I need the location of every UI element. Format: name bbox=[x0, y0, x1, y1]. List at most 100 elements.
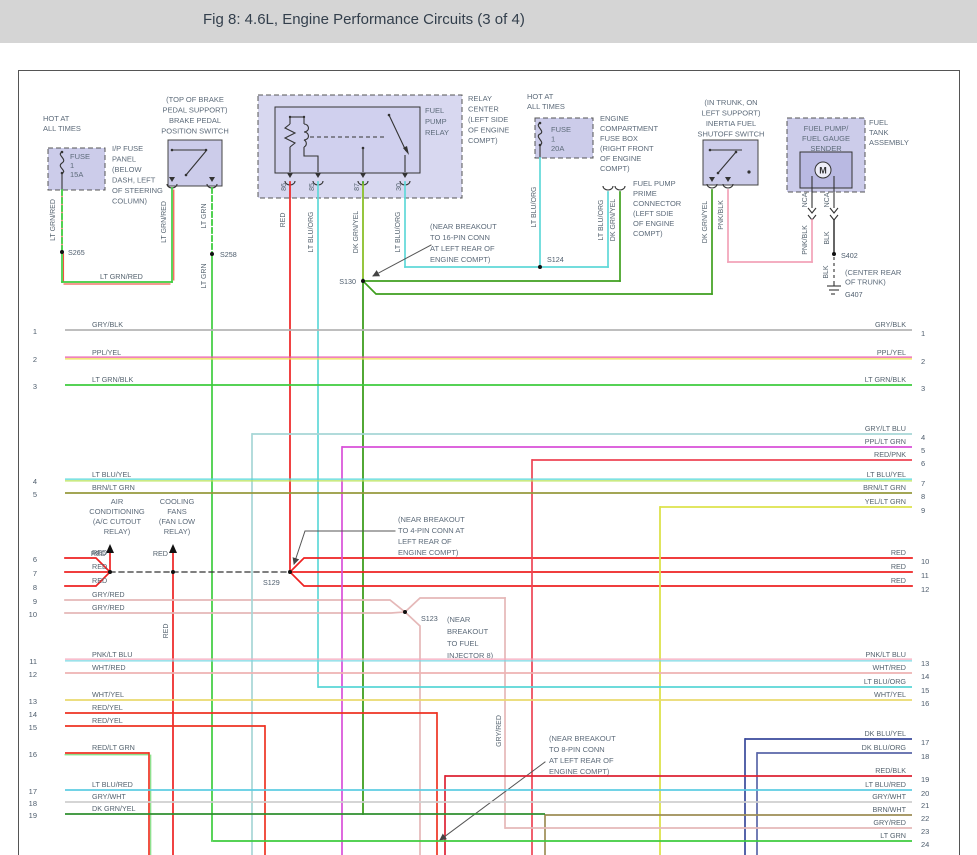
wire-row-number: 16 bbox=[921, 699, 929, 708]
wire-row-label: RED bbox=[92, 562, 107, 571]
wire-row-label: PPL/YEL bbox=[92, 348, 121, 357]
wire-row-number: 11 bbox=[921, 571, 929, 580]
wire-row-label: LT GRN/BLK bbox=[92, 375, 133, 384]
wire-row-number: 19 bbox=[29, 811, 37, 820]
wire-row-label: DK GRN/YEL bbox=[92, 804, 136, 813]
wire-row-number: 20 bbox=[921, 789, 929, 798]
wire-row-number: 2 bbox=[921, 357, 925, 366]
wire-row-number: 8 bbox=[33, 583, 37, 592]
wire-row-label: RED/BLK bbox=[875, 766, 906, 775]
wire-row-label: LT GRN/BLK bbox=[865, 375, 906, 384]
wire-row-label: WHT/RED bbox=[872, 663, 906, 672]
inertia-switch-desc: (IN TRUNK, ON LEFT SUPPORT) INERTIA FUEL SH… bbox=[698, 98, 765, 139]
wire-row-number: 6 bbox=[33, 555, 37, 564]
wire-row-number: 3 bbox=[921, 384, 925, 393]
wire-label: PNK/BLK bbox=[802, 225, 809, 255]
wire-row-label: LT BLU/ORG bbox=[864, 677, 906, 686]
wire-label: RED bbox=[280, 213, 287, 228]
wire-label-lt-grn-red-h: LT GRN/RED bbox=[100, 272, 143, 281]
wire-label: LT BLU/ORG bbox=[395, 212, 402, 253]
wire-row-number: 14 bbox=[29, 710, 37, 719]
wire-row-number: 22 bbox=[921, 814, 929, 823]
relay-center-desc: RELAY CENTER (LEFT SIDE OF ENGINE COMPT) bbox=[468, 94, 509, 145]
wire-row-number: 24 bbox=[921, 840, 929, 849]
wire-row-number: 5 bbox=[33, 490, 37, 499]
wire-row-label: WHT/YEL bbox=[874, 690, 906, 699]
wire-label: BLK bbox=[824, 231, 831, 245]
splice-s123: S123 bbox=[421, 614, 438, 623]
splice-s129: S129 bbox=[263, 578, 280, 587]
wire-row-label: RED bbox=[891, 576, 906, 585]
wire-row-label: GRY/RED bbox=[873, 818, 906, 827]
wire-row-number: 9 bbox=[33, 597, 37, 606]
wire-row-number: 1 bbox=[921, 329, 925, 338]
wire-row-label: LT BLU/RED bbox=[92, 780, 133, 789]
wire-row-number: 21 bbox=[921, 801, 929, 810]
wire-label: LT GRN/RED bbox=[161, 201, 168, 243]
wire-row-number: 2 bbox=[33, 355, 37, 364]
wire-label: GRY/RED bbox=[496, 715, 503, 747]
wire-row-number: 16 bbox=[29, 750, 37, 759]
hot-at-all-times-right: HOT AT ALL TIMES bbox=[527, 92, 565, 111]
wire-row-number: 9 bbox=[921, 506, 925, 515]
wire-row-number: 13 bbox=[921, 659, 929, 668]
wire-row-number: 10 bbox=[29, 610, 37, 619]
wire-row-number: 12 bbox=[921, 585, 929, 594]
wire-row-label: GRY/BLK bbox=[875, 320, 906, 329]
ground-g407: G407 bbox=[845, 290, 863, 299]
wire-label: DK GRN/YEL bbox=[702, 201, 709, 244]
relay-pin-86: 86 bbox=[281, 183, 288, 191]
ac-relay-desc: AIR CONDITIONING (A/C CUTOUT RELAY) bbox=[89, 497, 145, 536]
wire-row-number: 12 bbox=[29, 670, 37, 679]
wire-label: LT GRN bbox=[201, 263, 208, 288]
wire-row-label: RED/YEL bbox=[92, 703, 123, 712]
fuel-tank-label: FUEL TANK ASSEMBLY bbox=[869, 118, 909, 147]
wire-label: PNK/BLK bbox=[718, 200, 725, 230]
wire-row-number: 13 bbox=[29, 697, 37, 706]
wire-label: NCA bbox=[824, 192, 831, 207]
wire-row-number: 11 bbox=[29, 657, 37, 666]
wire-row-number: 7 bbox=[33, 569, 37, 578]
wire-row-label: RED bbox=[891, 548, 906, 557]
wiring-diagram: HOT AT ALL TIMES FUSE 1 15A I/P FUSE PANEL (B… bbox=[18, 70, 960, 855]
wire-row-number: 8 bbox=[921, 492, 925, 501]
relay-pin-30: 30 bbox=[396, 183, 403, 191]
wire-row-label: RED/PNK bbox=[874, 450, 906, 459]
wire-row-number: 19 bbox=[921, 775, 929, 784]
note-trunk: (CENTER REAR OF TRUNK) bbox=[845, 268, 902, 287]
wire-row-label: RED bbox=[92, 576, 107, 585]
splice-s258: S258 bbox=[220, 250, 237, 259]
wire-row-number: 3 bbox=[33, 382, 37, 391]
splice-s124: S124 bbox=[547, 255, 564, 264]
left-circuit-rows: GRY/BLK 1 PPL/YEL 2 LT GRN/BLK 3 LT BLU/YEL 4 BR… bbox=[29, 320, 912, 820]
wire-row-label: GRY/LT BLU bbox=[865, 424, 906, 433]
wire-row-number: 18 bbox=[29, 799, 37, 808]
wire-row-number: 4 bbox=[33, 477, 37, 486]
wire-row-number: 10 bbox=[921, 557, 929, 566]
wire-row-label: PPL/YEL bbox=[877, 348, 906, 357]
wire-label: RED bbox=[163, 624, 170, 639]
wire-row-label: LT BLU/YEL bbox=[92, 470, 131, 479]
wire-label: DK GRN/YEL bbox=[353, 211, 360, 254]
wire-row-label: RED/LT GRN bbox=[92, 743, 135, 752]
wire-row-number: 18 bbox=[921, 752, 929, 761]
wire-row-label: LT GRN bbox=[880, 831, 906, 840]
wire-row-number: 15 bbox=[29, 723, 37, 732]
wire-row-label: BRN/LT GRN bbox=[92, 483, 135, 492]
wire-row-label: GRY/WHT bbox=[92, 792, 126, 801]
wire-row-label: RED bbox=[891, 562, 906, 571]
wire-row-label: DK BLU/ORG bbox=[862, 743, 907, 752]
wire-row-number: 14 bbox=[921, 672, 929, 681]
note-4pin: (NEAR BREAKOUT TO 4-PIN CONN AT LEFT REAR … bbox=[398, 515, 465, 557]
wire-label: LT GRN/RED bbox=[50, 199, 57, 241]
note-8pin: (NEAR BREAKOUT TO 8-PIN CONN AT LEFT REAR … bbox=[549, 734, 616, 776]
cooling-fans-desc: COOLING FANS (FAN LOW RELAY) bbox=[159, 497, 196, 536]
wire-row-label: WHT/YEL bbox=[92, 690, 124, 699]
wire-row-number: 1 bbox=[33, 327, 37, 336]
wire-row-label: LT BLU/RED bbox=[865, 780, 906, 789]
wire-label: LT GRN bbox=[201, 203, 208, 228]
note-injector8: (NEAR BREAKOUT TO FUEL INJECTOR 8) bbox=[447, 615, 494, 660]
motor-label: M bbox=[819, 166, 827, 176]
wire-label: LT BLU/ORG bbox=[598, 200, 605, 241]
prime-conn-desc: FUEL PUMP PRIME CONNECTOR (LEFT SDIE OF ENGI… bbox=[633, 179, 682, 238]
